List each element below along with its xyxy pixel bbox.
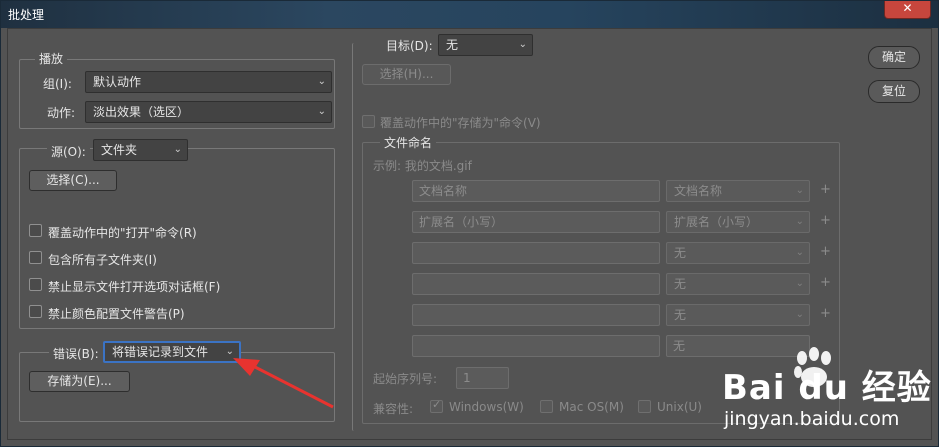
- close-button[interactable]: ✕: [884, 0, 931, 19]
- naming-field-5[interactable]: [412, 304, 660, 326]
- compat-macos-checkbox[interactable]: [540, 400, 553, 413]
- naming-select-1-value: 文档名称: [674, 184, 723, 198]
- destination-group-left-edge: [352, 43, 357, 431]
- include-subfolders-checkbox[interactable]: [29, 251, 42, 264]
- source-label: 源(O):: [47, 143, 90, 160]
- naming-legend: 文件命名: [380, 134, 437, 151]
- action-label: 动作:: [47, 106, 76, 120]
- override-open-checkbox[interactable]: [29, 224, 42, 237]
- naming-select-5[interactable]: 无 ⌄: [666, 304, 810, 326]
- errors-value: 将错误记录到文件: [112, 345, 209, 359]
- play-legend: 播放: [35, 50, 68, 67]
- destination-select[interactable]: 无 ⌄: [438, 34, 533, 56]
- annotation-arrow: [233, 358, 334, 409]
- source-choose-button[interactable]: 选择(C)...: [29, 170, 117, 191]
- annotation-arrow-line: [254, 365, 334, 409]
- destination-value: 无: [446, 38, 459, 52]
- naming-select-2[interactable]: 扩展名（小写） ⌄: [666, 211, 810, 233]
- naming-select-3-value: 无: [674, 246, 687, 260]
- compat-unix-label: Unix(U): [657, 400, 702, 414]
- title-bar[interactable]: 批处理 ✕: [0, 0, 939, 28]
- destination-choose-button[interactable]: 选择(H)...: [362, 64, 451, 85]
- add-icon: +: [820, 244, 831, 259]
- ok-button[interactable]: 确定: [868, 46, 920, 69]
- reset-button[interactable]: 复位: [868, 80, 920, 103]
- compat-label: 兼容性:: [373, 402, 414, 416]
- errors-label: 错误(B):: [49, 345, 103, 362]
- override-save-as-label: 覆盖动作中的"存储为"命令(V): [380, 116, 541, 130]
- compat-windows-checkbox[interactable]: [430, 398, 443, 413]
- errors-select[interactable]: 将错误记录到文件 ⌄: [103, 341, 241, 363]
- chevron-down-icon: ⌄: [795, 247, 804, 258]
- compat-macos-label: Mac OS(M): [559, 400, 624, 414]
- watermark-brand: Bai du 经验: [722, 368, 932, 408]
- naming-select-1[interactable]: 文档名称 ⌄: [666, 180, 810, 202]
- source-select[interactable]: 文件夹 ⌄: [93, 139, 188, 161]
- naming-select-2-value: 扩展名（小写）: [674, 215, 759, 229]
- suppress-color-warning-checkbox[interactable]: [29, 305, 42, 318]
- naming-select-3[interactable]: 无 ⌄: [666, 242, 810, 264]
- override-open-label: 覆盖动作中的"打开"命令(R): [48, 226, 197, 240]
- serial-input[interactable]: 1: [456, 367, 509, 389]
- source-value: 文件夹: [101, 143, 138, 157]
- naming-field-6[interactable]: [412, 335, 660, 357]
- set-label: 组(I):: [43, 77, 72, 91]
- serial-label: 起始序列号:: [373, 372, 438, 386]
- chevron-down-icon: ⌄: [317, 76, 326, 87]
- chevron-down-icon: ⌄: [317, 106, 326, 117]
- add-icon: +: [820, 275, 831, 290]
- set-select[interactable]: 默认动作 ⌄: [85, 71, 332, 93]
- add-icon: +: [820, 306, 831, 321]
- suppress-open-options-checkbox[interactable]: [29, 278, 42, 291]
- action-value: 淡出效果（选区）: [93, 105, 190, 119]
- chevron-down-icon: ⌄: [795, 278, 804, 289]
- naming-field-1[interactable]: 文档名称: [412, 180, 660, 202]
- naming-select-4-value: 无: [674, 277, 687, 291]
- chevron-down-icon: ⌄: [795, 185, 804, 196]
- compat-unix-checkbox[interactable]: [638, 400, 651, 413]
- watermark: Bai du 经验 jingyan.baidu.com: [720, 342, 935, 442]
- naming-example: 示例: 我的文档.gif: [373, 159, 472, 173]
- destination-label: 目标(D):: [386, 39, 433, 53]
- window-title: 批处理: [8, 8, 45, 22]
- add-icon: +: [820, 213, 831, 228]
- chevron-down-icon: ⌄: [173, 144, 182, 155]
- close-icon: ✕: [902, 1, 913, 15]
- naming-field-3[interactable]: [412, 242, 660, 264]
- naming-select-5-value: 无: [674, 308, 687, 322]
- chevron-down-icon: ⌄: [518, 39, 527, 50]
- set-value: 默认动作: [93, 75, 142, 89]
- override-save-as-checkbox[interactable]: [362, 115, 375, 128]
- naming-field-2[interactable]: 扩展名（小写）: [412, 211, 660, 233]
- chevron-down-icon: ⌄: [795, 216, 804, 227]
- add-icon: +: [820, 182, 831, 197]
- watermark-url: jingyan.baidu.com: [724, 408, 900, 430]
- include-subfolders-label: 包含所有子文件夹(I): [48, 253, 157, 267]
- suppress-open-options-label: 禁止显示文件打开选项对话框(F): [48, 280, 221, 294]
- compat-windows-label: Windows(W): [449, 400, 524, 414]
- chevron-down-icon: ⌄: [795, 309, 804, 320]
- errors-save-as-button[interactable]: 存储为(E)...: [29, 371, 130, 392]
- naming-select-4[interactable]: 无 ⌄: [666, 273, 810, 295]
- suppress-color-warning-label: 禁止颜色配置文件警告(P): [48, 307, 185, 321]
- action-select[interactable]: 淡出效果（选区） ⌄: [85, 101, 332, 123]
- naming-field-4[interactable]: [412, 273, 660, 295]
